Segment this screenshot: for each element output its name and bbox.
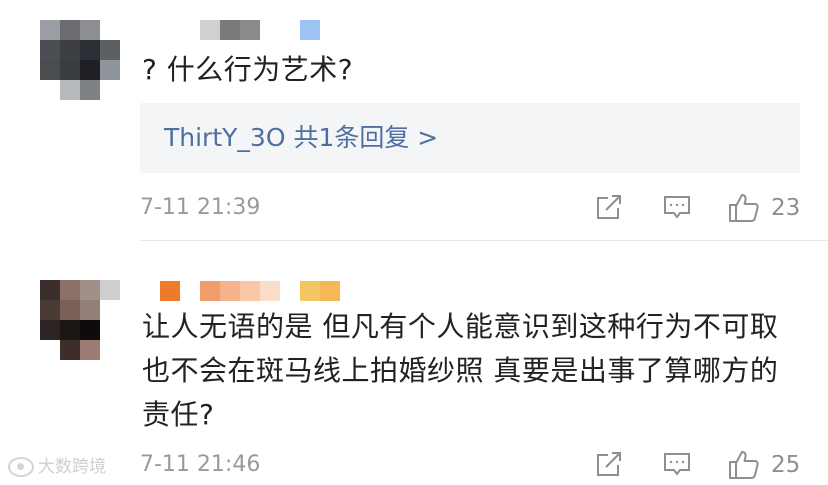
avatar-pixel	[100, 300, 120, 320]
username-pixel	[280, 281, 300, 301]
avatar-pixel	[60, 60, 80, 80]
username-pixel	[320, 281, 340, 301]
username-pixel	[300, 20, 320, 40]
comment-text: 让人无语的是 但凡有个人能意识到这种行为不可取也不会在斑马线上拍婚纱照 真要是出…	[142, 310, 779, 431]
avatar-pixel	[60, 40, 80, 60]
username-pixel	[180, 281, 200, 301]
avatar-pixel	[80, 80, 100, 100]
avatar-pixel	[60, 300, 80, 320]
like-count: 23	[771, 195, 801, 221]
watermark: 大数跨境	[8, 455, 106, 479]
username-pixel	[180, 20, 200, 40]
username-pixel	[220, 281, 240, 301]
comment-text: ? 什么行为艺术?	[142, 53, 354, 86]
avatar-pixel	[80, 60, 100, 80]
comment-item: 让人无语的是 但凡有个人能意识到这种行为不可取也不会在斑马线上拍婚纱照 真要是出…	[0, 241, 828, 485]
avatar-pixel	[100, 280, 120, 300]
avatar-pixel	[100, 320, 120, 340]
username-pixel	[220, 20, 240, 40]
watermark-text: 大数跨境	[38, 457, 106, 477]
avatar-pixel	[40, 20, 60, 40]
username-pixel	[240, 281, 260, 301]
avatar-pixel	[40, 60, 60, 80]
avatar-pixel	[100, 340, 120, 360]
avatar-pixel	[80, 320, 100, 340]
username-pixel	[300, 281, 320, 301]
avatar-pixel	[80, 20, 100, 40]
avatar-pixel	[40, 280, 60, 300]
watermark-logo-icon	[8, 457, 34, 477]
avatar-pixel	[80, 40, 100, 60]
username-redacted[interactable]	[180, 20, 320, 40]
avatar-pixel	[40, 340, 60, 360]
share-icon[interactable]	[594, 192, 624, 222]
username-pixel	[280, 20, 300, 40]
username-pixel	[160, 281, 180, 301]
reply-summary-box[interactable]: ThirtY_3O 共1条回复 >	[140, 103, 800, 173]
comment-actions: 23	[590, 192, 810, 224]
avatar[interactable]	[40, 280, 120, 360]
avatar-pixel	[80, 340, 100, 360]
thumbs-up-icon[interactable]	[727, 192, 761, 224]
username-pixel	[200, 281, 220, 301]
comment-icon[interactable]	[662, 192, 692, 222]
avatar-pixel	[60, 20, 80, 40]
avatar-pixel	[40, 80, 60, 100]
avatar-pixel	[100, 80, 120, 100]
avatar-pixel	[40, 300, 60, 320]
avatar-pixel	[100, 20, 120, 40]
avatar[interactable]	[40, 20, 120, 100]
comment-icon[interactable]	[662, 449, 692, 479]
avatar-pixel	[60, 320, 80, 340]
username-pixel	[200, 20, 220, 40]
like-count: 25	[771, 452, 801, 478]
avatar-pixel	[100, 40, 120, 60]
share-icon[interactable]	[594, 449, 624, 479]
username-redacted[interactable]	[160, 281, 340, 301]
username-pixel	[240, 20, 260, 40]
avatar-pixel	[100, 60, 120, 80]
avatar-pixel	[60, 80, 80, 100]
username-pixel	[260, 281, 280, 301]
avatar-pixel	[80, 300, 100, 320]
comment-timestamp: 7-11 21:39	[140, 195, 261, 220]
comment-item: ? 什么行为艺术? ThirtY_3O 共1条回复 > 7-11 21:39 2…	[0, 0, 828, 240]
reply-summary-link[interactable]: ThirtY_3O 共1条回复 >	[164, 121, 438, 155]
avatar-pixel	[60, 280, 80, 300]
avatar-pixel	[60, 340, 80, 360]
avatar-pixel	[40, 320, 60, 340]
comment-timestamp: 7-11 21:46	[140, 452, 261, 477]
avatar-pixel	[40, 40, 60, 60]
comment-actions: 25	[590, 449, 810, 481]
avatar-pixel	[80, 280, 100, 300]
thumbs-up-icon[interactable]	[727, 449, 761, 481]
username-pixel	[260, 20, 280, 40]
